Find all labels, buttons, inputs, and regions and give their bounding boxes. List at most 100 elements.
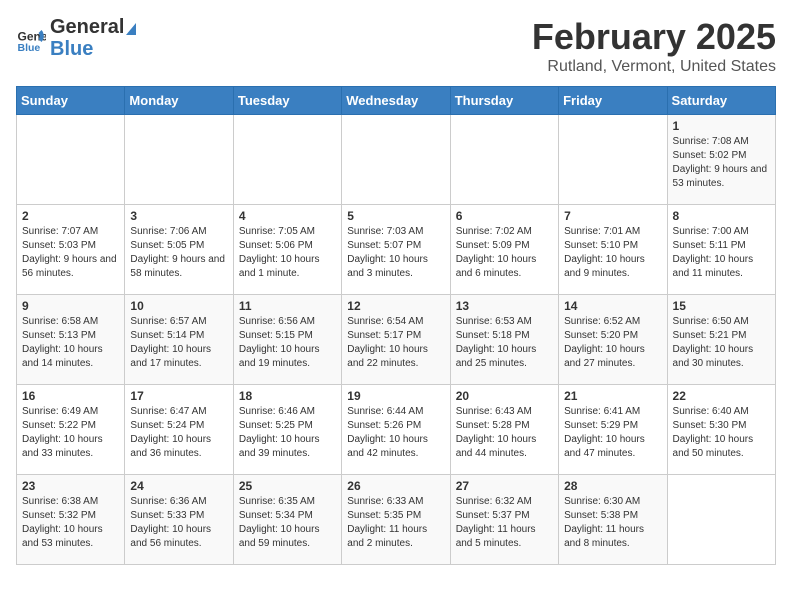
day-cell: 5 Sunrise: 7:03 AM Sunset: 5:07 PM Daylig… bbox=[342, 205, 450, 295]
day-cell: 1Sunrise: 7:08 AM Sunset: 5:02 PM Daylig… bbox=[667, 115, 775, 205]
day-info: Sunrise: 6:54 AM Sunset: 5:17 PM Dayligh… bbox=[347, 315, 444, 371]
day-info: Sunrise: 6:38 AM Sunset: 5:32 PM Dayligh… bbox=[22, 495, 119, 551]
day-info: Sunrise: 6:47 AM Sunset: 5:24 PM Dayligh… bbox=[130, 405, 227, 461]
day-cell: 19 Sunrise: 6:44 AM Sunset: 5:26 PM Dayli… bbox=[342, 385, 450, 475]
calendar-subtitle: Rutland, Vermont, United States bbox=[532, 58, 776, 76]
day-number: 12 bbox=[347, 299, 444, 313]
day-cell: 2Sunrise: 7:07 AM Sunset: 5:03 PM Daylig… bbox=[17, 205, 125, 295]
svg-text:Blue: Blue bbox=[18, 42, 41, 54]
day-number: 19 bbox=[347, 389, 444, 403]
day-number: 25 bbox=[239, 479, 336, 493]
day-cell bbox=[17, 115, 125, 205]
day-number: 4 bbox=[239, 209, 336, 223]
day-cell: 17 Sunrise: 6:47 AM Sunset: 5:24 PM Dayli… bbox=[125, 385, 233, 475]
col-saturday: Saturday bbox=[667, 87, 775, 115]
day-number: 1 bbox=[673, 119, 770, 133]
day-number: 11 bbox=[239, 299, 336, 313]
day-cell bbox=[667, 475, 775, 565]
day-cell: 3 Sunrise: 7:06 AM Sunset: 5:05 PM Daylig… bbox=[125, 205, 233, 295]
day-info: Sunrise: 7:06 AM Sunset: 5:05 PM Dayligh… bbox=[130, 225, 227, 281]
logo-general-text: General bbox=[50, 16, 124, 38]
calendar-title: February 2025 bbox=[532, 16, 776, 58]
day-info: Sunrise: 7:07 AM Sunset: 5:03 PM Dayligh… bbox=[22, 225, 119, 281]
calendar-table: Sunday Monday Tuesday Wednesday Thursday… bbox=[16, 86, 776, 565]
day-number: 7 bbox=[564, 209, 661, 223]
day-cell: 18 Sunrise: 6:46 AM Sunset: 5:25 PM Dayli… bbox=[233, 385, 341, 475]
day-number: 3 bbox=[130, 209, 227, 223]
col-sunday: Sunday bbox=[17, 87, 125, 115]
logo-triangle bbox=[126, 23, 136, 35]
day-number: 6 bbox=[456, 209, 553, 223]
day-number: 21 bbox=[564, 389, 661, 403]
day-cell: 13Sunrise: 6:53 AM Sunset: 5:18 PM Dayli… bbox=[450, 295, 558, 385]
page-header: General Blue General Blue February 2025 … bbox=[16, 16, 776, 76]
day-cell: 21 Sunrise: 6:41 AM Sunset: 5:29 PM Dayli… bbox=[559, 385, 667, 475]
col-wednesday: Wednesday bbox=[342, 87, 450, 115]
day-cell: 27 Sunrise: 6:32 AM Sunset: 5:37 PM Dayli… bbox=[450, 475, 558, 565]
col-friday: Friday bbox=[559, 87, 667, 115]
day-cell: 26Sunrise: 6:33 AM Sunset: 5:35 PM Dayli… bbox=[342, 475, 450, 565]
day-number: 22 bbox=[673, 389, 770, 403]
day-cell: 12 Sunrise: 6:54 AM Sunset: 5:17 PM Dayli… bbox=[342, 295, 450, 385]
day-info: Sunrise: 6:56 AM Sunset: 5:15 PM Dayligh… bbox=[239, 315, 336, 371]
day-info: Sunrise: 6:57 AM Sunset: 5:14 PM Dayligh… bbox=[130, 315, 227, 371]
logo: General Blue General Blue bbox=[16, 16, 136, 61]
day-cell: 4 Sunrise: 7:05 AM Sunset: 5:06 PM Daylig… bbox=[233, 205, 341, 295]
week-row-3: 9Sunrise: 6:58 AM Sunset: 5:13 PM Daylig… bbox=[17, 295, 776, 385]
col-tuesday: Tuesday bbox=[233, 87, 341, 115]
day-number: 13 bbox=[456, 299, 553, 313]
day-info: Sunrise: 6:46 AM Sunset: 5:25 PM Dayligh… bbox=[239, 405, 336, 461]
day-info: Sunrise: 6:44 AM Sunset: 5:26 PM Dayligh… bbox=[347, 405, 444, 461]
day-cell: 7 Sunrise: 7:01 AM Sunset: 5:10 PM Daylig… bbox=[559, 205, 667, 295]
title-area: February 2025 Rutland, Vermont, United S… bbox=[532, 16, 776, 76]
day-info: Sunrise: 7:03 AM Sunset: 5:07 PM Dayligh… bbox=[347, 225, 444, 281]
day-info: Sunrise: 6:36 AM Sunset: 5:33 PM Dayligh… bbox=[130, 495, 227, 551]
day-info: Sunrise: 6:43 AM Sunset: 5:28 PM Dayligh… bbox=[456, 405, 553, 461]
day-number: 17 bbox=[130, 389, 227, 403]
day-info: Sunrise: 6:52 AM Sunset: 5:20 PM Dayligh… bbox=[564, 315, 661, 371]
day-cell: 16Sunrise: 6:49 AM Sunset: 5:22 PM Dayli… bbox=[17, 385, 125, 475]
day-cell: 25 Sunrise: 6:35 AM Sunset: 5:34 PM Dayli… bbox=[233, 475, 341, 565]
day-cell: 22 Sunrise: 6:40 AM Sunset: 5:30 PM Dayli… bbox=[667, 385, 775, 475]
logo-blue-text: Blue bbox=[50, 38, 93, 60]
day-number: 10 bbox=[130, 299, 227, 313]
day-cell: 11 Sunrise: 6:56 AM Sunset: 5:15 PM Dayli… bbox=[233, 295, 341, 385]
day-cell: 20 Sunrise: 6:43 AM Sunset: 5:28 PM Dayli… bbox=[450, 385, 558, 475]
day-cell: 8 Sunrise: 7:00 AM Sunset: 5:11 PM Daylig… bbox=[667, 205, 775, 295]
header-row: Sunday Monday Tuesday Wednesday Thursday… bbox=[17, 87, 776, 115]
day-cell: 10 Sunrise: 6:57 AM Sunset: 5:14 PM Dayli… bbox=[125, 295, 233, 385]
day-cell: 14Sunrise: 6:52 AM Sunset: 5:20 PM Dayli… bbox=[559, 295, 667, 385]
week-row-1: 1Sunrise: 7:08 AM Sunset: 5:02 PM Daylig… bbox=[17, 115, 776, 205]
day-number: 23 bbox=[22, 479, 119, 493]
week-row-4: 16Sunrise: 6:49 AM Sunset: 5:22 PM Dayli… bbox=[17, 385, 776, 475]
day-info: Sunrise: 6:49 AM Sunset: 5:22 PM Dayligh… bbox=[22, 405, 119, 461]
day-number: 8 bbox=[673, 209, 770, 223]
day-info: Sunrise: 6:32 AM Sunset: 5:37 PM Dayligh… bbox=[456, 495, 553, 551]
day-number: 24 bbox=[130, 479, 227, 493]
day-cell: 28Sunrise: 6:30 AM Sunset: 5:38 PM Dayli… bbox=[559, 475, 667, 565]
day-number: 18 bbox=[239, 389, 336, 403]
day-info: Sunrise: 6:41 AM Sunset: 5:29 PM Dayligh… bbox=[564, 405, 661, 461]
day-number: 15 bbox=[673, 299, 770, 313]
day-number: 5 bbox=[347, 209, 444, 223]
day-number: 27 bbox=[456, 479, 553, 493]
day-info: Sunrise: 7:02 AM Sunset: 5:09 PM Dayligh… bbox=[456, 225, 553, 281]
day-cell bbox=[233, 115, 341, 205]
day-info: Sunrise: 7:00 AM Sunset: 5:11 PM Dayligh… bbox=[673, 225, 770, 281]
day-number: 26 bbox=[347, 479, 444, 493]
day-number: 28 bbox=[564, 479, 661, 493]
logo-icon: General Blue bbox=[16, 24, 46, 54]
week-row-5: 23 Sunrise: 6:38 AM Sunset: 5:32 PM Dayli… bbox=[17, 475, 776, 565]
col-monday: Monday bbox=[125, 87, 233, 115]
day-number: 9 bbox=[22, 299, 119, 313]
day-info: Sunrise: 6:40 AM Sunset: 5:30 PM Dayligh… bbox=[673, 405, 770, 461]
day-info: Sunrise: 6:35 AM Sunset: 5:34 PM Dayligh… bbox=[239, 495, 336, 551]
day-cell: 9Sunrise: 6:58 AM Sunset: 5:13 PM Daylig… bbox=[17, 295, 125, 385]
day-info: Sunrise: 7:05 AM Sunset: 5:06 PM Dayligh… bbox=[239, 225, 336, 281]
week-row-2: 2Sunrise: 7:07 AM Sunset: 5:03 PM Daylig… bbox=[17, 205, 776, 295]
day-info: Sunrise: 6:50 AM Sunset: 5:21 PM Dayligh… bbox=[673, 315, 770, 371]
day-info: Sunrise: 7:01 AM Sunset: 5:10 PM Dayligh… bbox=[564, 225, 661, 281]
day-number: 20 bbox=[456, 389, 553, 403]
day-cell bbox=[559, 115, 667, 205]
day-cell: 6 Sunrise: 7:02 AM Sunset: 5:09 PM Daylig… bbox=[450, 205, 558, 295]
